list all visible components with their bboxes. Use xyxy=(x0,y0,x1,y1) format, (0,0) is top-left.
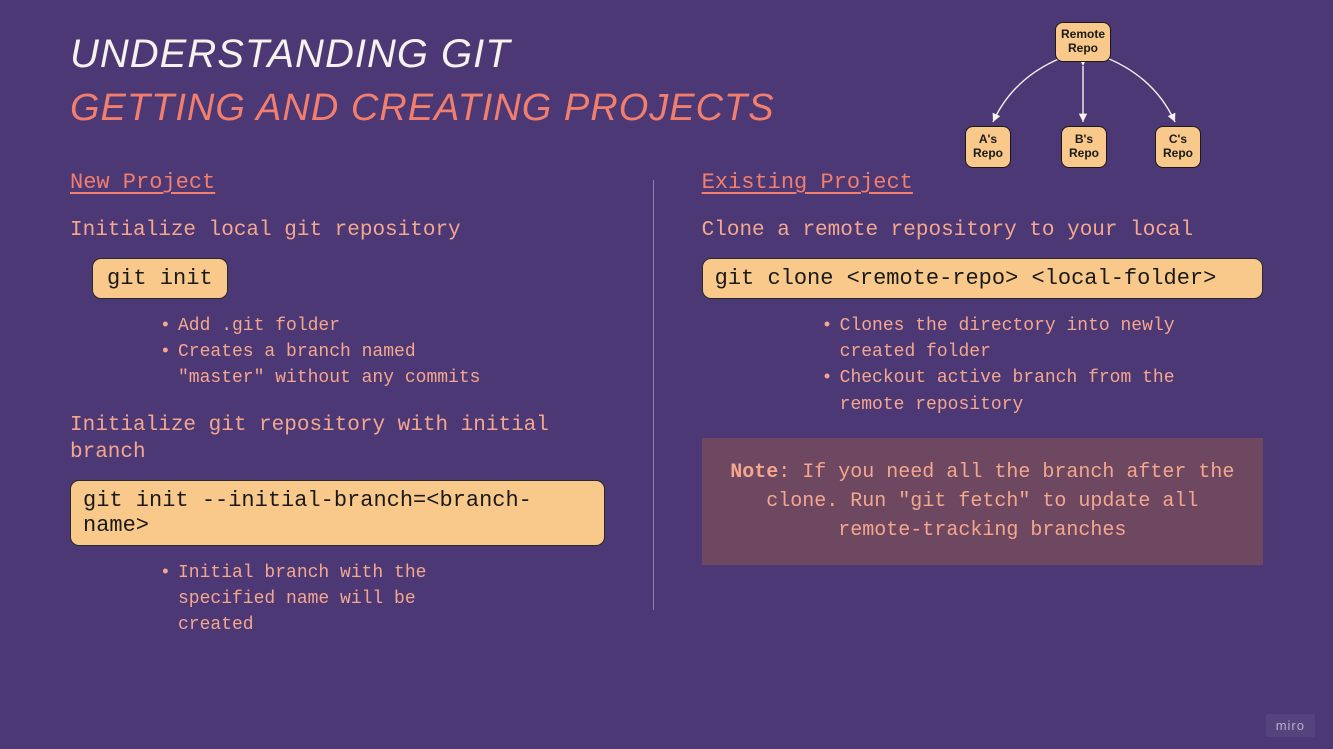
node-b-repo: B'sRepo xyxy=(1061,126,1107,168)
desc-git-init-branch: Initialize git repository with initial b… xyxy=(70,412,605,467)
node-a-repo: A'sRepo xyxy=(965,126,1011,168)
note-box: Note: If you need all the branch after t… xyxy=(702,438,1263,565)
column-divider xyxy=(653,180,654,610)
list-item: Checkout active branch from the remote r… xyxy=(822,365,1182,417)
code-git-init: git init xyxy=(92,258,228,299)
columns: New Project Initialize local git reposit… xyxy=(70,170,1263,658)
watermark: miro xyxy=(1266,714,1315,737)
list-item: Clones the directory into newly created … xyxy=(822,313,1182,365)
desc-git-clone: Clone a remote repository to your local xyxy=(702,217,1263,244)
node-remote-repo: RemoteRepo xyxy=(1055,22,1111,62)
note-body: : If you need all the branch after the c… xyxy=(766,461,1234,542)
list-item: Initial branch with the specified name w… xyxy=(160,560,490,638)
node-c-repo: C'sRepo xyxy=(1155,126,1201,168)
repo-diagram: RemoteRepo A'sRepo B'sRepo C'sRepo xyxy=(943,18,1223,178)
desc-git-init: Initialize local git repository xyxy=(70,217,605,244)
list-item: Creates a branch named "master" without … xyxy=(160,339,490,391)
list-item: Add .git folder xyxy=(160,313,490,339)
column-existing-project: Existing Project Clone a remote reposito… xyxy=(702,170,1263,658)
bullets-git-init: Add .git folder Creates a branch named "… xyxy=(160,313,490,391)
code-git-init-branch: git init --initial-branch=<branch-name> xyxy=(70,480,605,546)
column-new-project: New Project Initialize local git reposit… xyxy=(70,170,605,658)
section-title-new: New Project xyxy=(70,170,605,195)
bullets-git-init-branch: Initial branch with the specified name w… xyxy=(160,560,490,638)
note-label: Note xyxy=(730,461,778,484)
bullets-git-clone: Clones the directory into newly created … xyxy=(822,313,1182,417)
code-git-clone: git clone <remote-repo> <local-folder> xyxy=(702,258,1263,299)
